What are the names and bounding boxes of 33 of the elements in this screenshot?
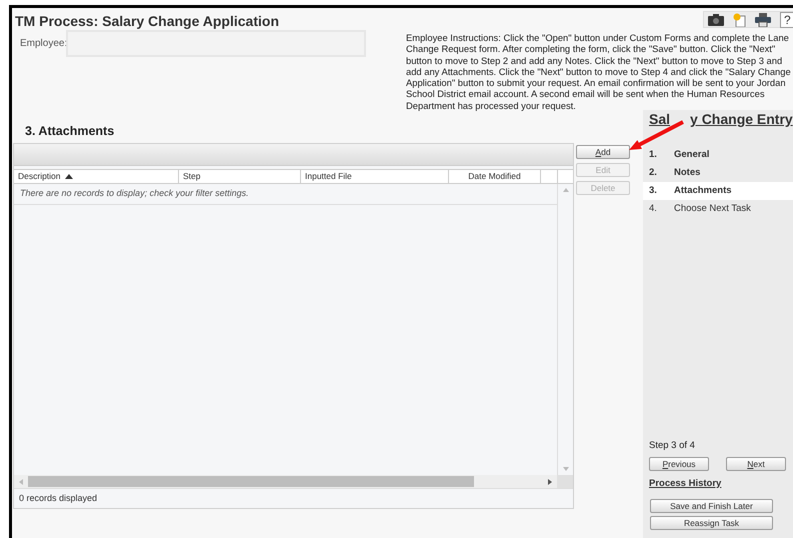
sidebar-title: Sal [649, 111, 670, 128]
printer-icon[interactable] [755, 12, 771, 26]
column-header[interactable]: Date Modified [449, 170, 541, 183]
step-counter: Step 3 of 4 [649, 438, 696, 452]
section-title: 3. Attachments [25, 123, 114, 140]
process-history-link[interactable]: Process History [649, 476, 722, 491]
window-title: TM Process: Salary Change Application [15, 12, 279, 31]
sidebar-action-button[interactable]: Save and Finish Later [650, 499, 773, 513]
employee-label: Employee: [20, 37, 68, 51]
scroll-up-icon[interactable] [562, 188, 568, 192]
column-header[interactable]: Step [179, 170, 301, 183]
step-item[interactable]: 3. Attachments [643, 182, 793, 200]
document-icon[interactable] [733, 12, 746, 26]
step-item[interactable]: 2. Notes [643, 164, 793, 182]
scroll-left-icon[interactable] [19, 478, 23, 484]
empty-message: There are no records to display; check your filter settings. [14, 184, 557, 205]
sidebar-action-button[interactable]: Reassign Task [650, 516, 773, 530]
nav-button[interactable]: Previous [649, 456, 709, 471]
scroll-right-icon[interactable] [548, 478, 552, 484]
column-header[interactable]: Inputted File [301, 170, 449, 183]
help-button[interactable]: ? [780, 12, 793, 28]
column-header[interactable]: Description [14, 170, 179, 183]
grid-action-button[interactable]: Add [576, 145, 630, 159]
instructions-text: Employee Instructions: Click the "Open" button under Custom Forms and complete the Lane Change Request form. After completing the form, click the "Save" button. Click the "Next" button to move to Step 2 and add any Notes. Click the "Next" button to move to Step 3 and add any Attachments. Click the "Next" button to move to Step 4 and click the "Salary Change Application" button to submit your request. An email confirmation will be sent to your Jordan School District email account. A second email will be sent when the Human Resources Department has processed your request. [406, 32, 792, 112]
camera-icon[interactable] [708, 14, 724, 26]
scrollbar-corner [557, 475, 573, 488]
scroll-down-icon[interactable] [562, 467, 568, 471]
horizontal-scrollbar[interactable] [14, 475, 573, 488]
sidebar-title: y Change Entry [690, 111, 793, 128]
step-item[interactable]: 1. General [643, 146, 793, 164]
records-count: 0 records displayed [14, 488, 573, 508]
step-item[interactable]: 4. Choose Next Task [643, 200, 793, 218]
nav-button[interactable]: Next [726, 456, 786, 471]
